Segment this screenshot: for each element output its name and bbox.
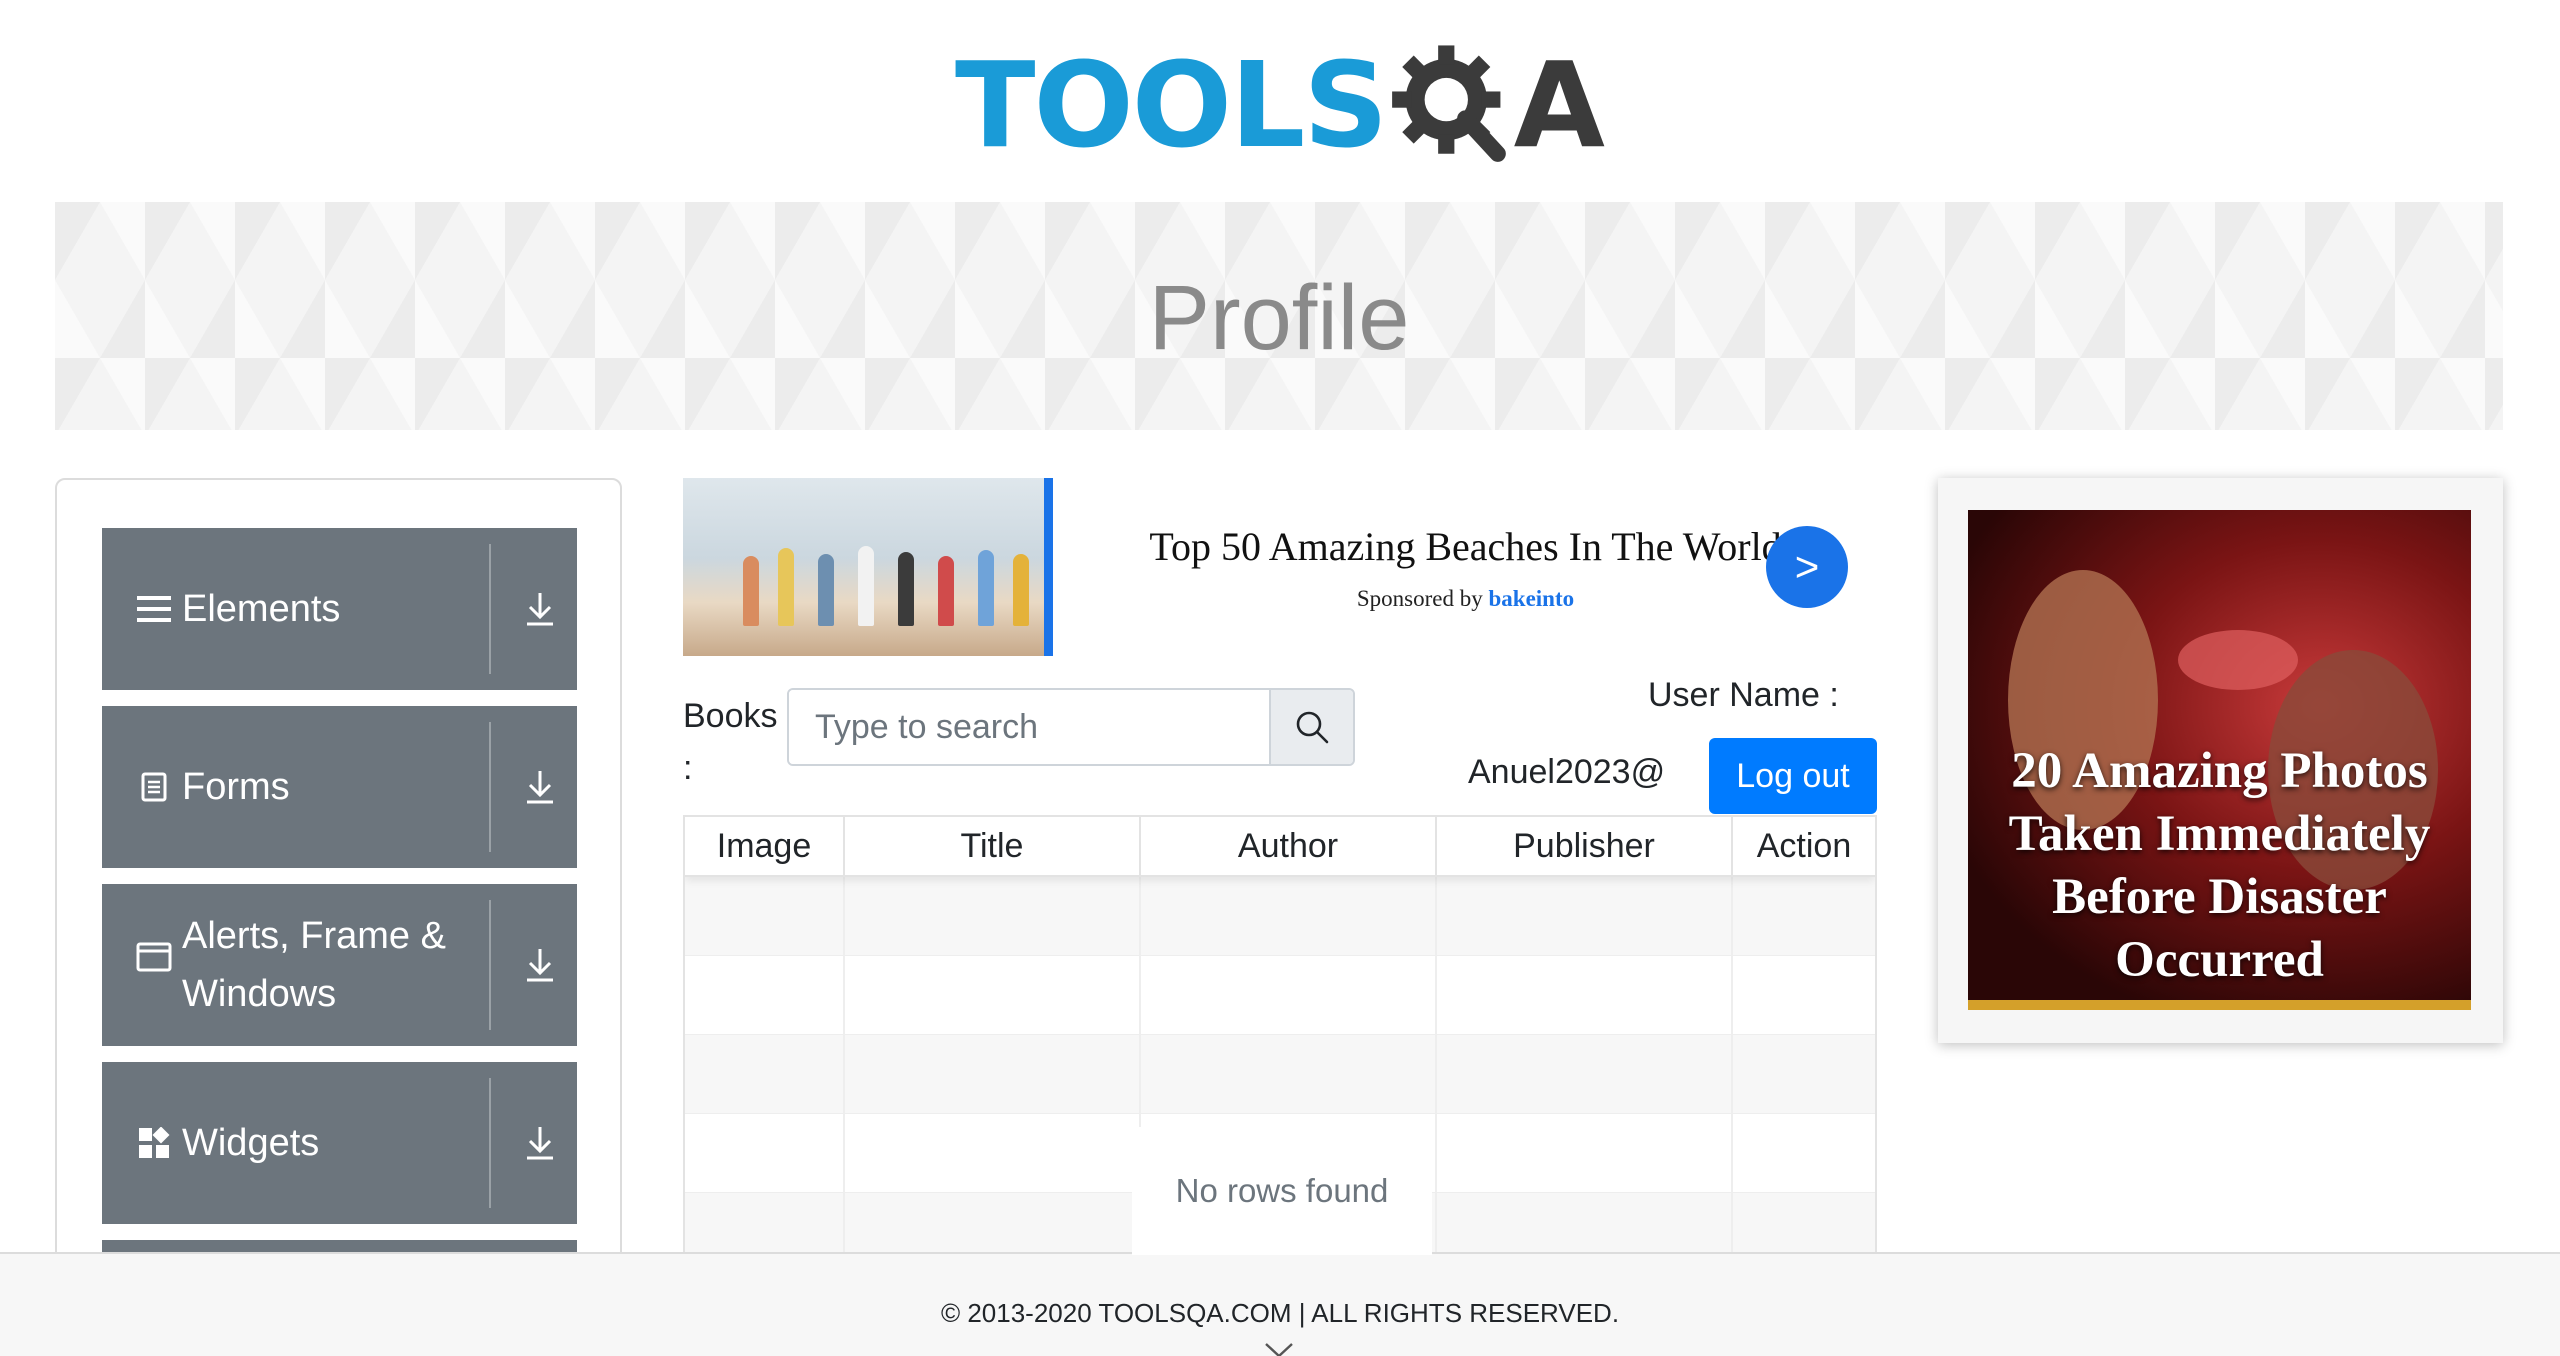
- ad-go-button[interactable]: >: [1766, 526, 1848, 608]
- search-group: [787, 688, 1355, 766]
- column-header-author[interactable]: Author: [1141, 817, 1437, 875]
- sidebar-group-label: Widgets: [182, 1122, 320, 1164]
- sponsored-by-label: Sponsored by: [1356, 585, 1483, 611]
- books-table: Image Title Author Publisher Action No r…: [683, 815, 1877, 1265]
- gear-magnifier-icon: [1392, 45, 1507, 162]
- divider: [489, 722, 491, 852]
- search-button[interactable]: [1269, 690, 1353, 764]
- page-banner: Profile: [55, 202, 2503, 430]
- divider: [489, 900, 491, 1030]
- document-icon: [134, 772, 174, 802]
- left-panel: Elements Forms Alerts, Frame & Windows W…: [55, 478, 622, 1356]
- search-icon: [1296, 711, 1329, 744]
- sponsor-link[interactable]: bakeinto: [1488, 586, 1574, 611]
- column-header-publisher[interactable]: Publisher: [1437, 817, 1733, 875]
- side-ad-headline[interactable]: 20 Amazing Photos Taken Immediately Befo…: [1968, 740, 2471, 992]
- logo-text-tools: TOOLS: [955, 36, 1388, 174]
- column-header-action[interactable]: Action: [1733, 817, 1875, 875]
- column-header-title[interactable]: Title: [845, 817, 1141, 875]
- chevron-down-icon[interactable]: [1264, 1342, 1294, 1356]
- table-row: [685, 1035, 1875, 1114]
- side-ad-image[interactable]: 20 Amazing Photos Taken Immediately Befo…: [1968, 510, 2471, 1010]
- page-footer: © 2013-2020 TOOLSQA.COM | ALL RIGHTS RES…: [0, 1252, 2560, 1356]
- table-row: [685, 877, 1875, 956]
- books-label: Books :: [683, 697, 778, 787]
- no-rows-message: No rows found: [1132, 1127, 1432, 1255]
- footer-copyright: © 2013-2020 TOOLSQA.COM | ALL RIGHTS RES…: [940, 1298, 1620, 1328]
- ad-image[interactable]: [683, 478, 1053, 656]
- table-body: No rows found: [685, 877, 1875, 1263]
- side-ad[interactable]: 20 Amazing Photos Taken Immediately Befo…: [1938, 478, 2503, 1043]
- search-input[interactable]: [789, 690, 1269, 764]
- download-arrow-icon[interactable]: [520, 706, 560, 868]
- sidebar-group-alerts-frame-windows[interactable]: Alerts, Frame & Windows: [102, 884, 577, 1046]
- sidebar-group-label: Alerts, Frame & Windows: [182, 915, 446, 1015]
- ad-text[interactable]: Top 50 Amazing Beaches In The World Spon…: [1053, 478, 1868, 656]
- table-row: [685, 956, 1875, 1035]
- toolsqa-logo[interactable]: TOOLS A: [955, 30, 1605, 180]
- widgets-icon: [134, 1127, 174, 1159]
- hamburger-icon: [134, 594, 174, 624]
- ad-title[interactable]: Top 50 Amazing Beaches In The World: [1149, 523, 1781, 570]
- sidebar-group-label: Forms: [182, 766, 290, 808]
- column-header-image[interactable]: Image: [685, 817, 845, 875]
- sidebar-group-elements[interactable]: Elements: [102, 528, 577, 690]
- divider: [489, 1078, 491, 1208]
- sidebar-group-widgets[interactable]: Widgets: [102, 1062, 577, 1224]
- user-name-value: Anuel2023@: [1468, 753, 1666, 791]
- divider: [489, 544, 491, 674]
- download-arrow-icon[interactable]: [520, 884, 560, 1046]
- logout-button[interactable]: Log out: [1709, 738, 1877, 814]
- download-arrow-icon[interactable]: [520, 528, 560, 690]
- window-icon: [134, 942, 174, 972]
- table-header: Image Title Author Publisher Action: [685, 817, 1875, 877]
- ad-sponsor-line: Sponsored by bakeinto: [1357, 586, 1574, 612]
- download-arrow-icon[interactable]: [520, 1062, 560, 1224]
- sidebar-group-forms[interactable]: Forms: [102, 706, 577, 868]
- logo-text-a: A: [1513, 36, 1605, 174]
- page-title: Profile: [1148, 266, 1410, 369]
- user-name-label: User Name :: [1648, 676, 1839, 714]
- sponsored-ad-banner[interactable]: Top 50 Amazing Beaches In The World Spon…: [683, 478, 1868, 656]
- sidebar-group-label: Elements: [182, 588, 341, 630]
